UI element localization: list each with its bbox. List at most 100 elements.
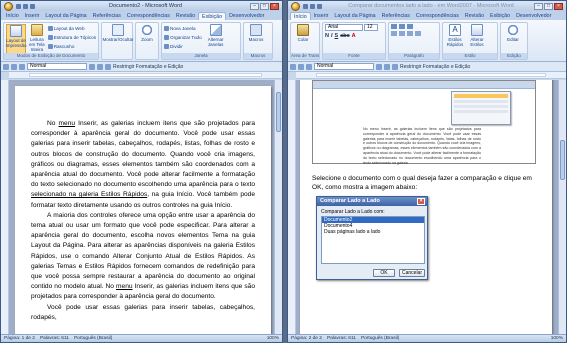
tab-revisao[interactable]: Revisão (462, 12, 487, 20)
word-count[interactable]: Palavras: 611 (327, 336, 356, 341)
save-icon[interactable] (16, 3, 21, 9)
align-center-icon[interactable] (399, 31, 405, 36)
vertical-scrollbar[interactable] (558, 80, 566, 334)
undo-icon[interactable] (310, 3, 315, 9)
document-area[interactable]: No menu Inserir, as galerias incluem ite… (1, 80, 274, 334)
tab-inicio[interactable]: Início (3, 12, 22, 20)
draft-button[interactable]: Rascunho (47, 42, 96, 50)
right-word-window[interactable]: Comparar documentos lado a lado - em Wor… (287, 0, 567, 343)
zoom-button[interactable]: Zoom (138, 24, 156, 58)
tab-layout[interactable]: Layout da Página (42, 12, 89, 20)
instruction-text[interactable]: Selecione o documento com o qual deseja … (312, 174, 538, 192)
toolbar-icon[interactable] (306, 63, 312, 70)
show-hide-button[interactable]: Mostrar/Ocultar (103, 24, 134, 58)
language-indicator[interactable]: Português (Brasil) (361, 336, 399, 341)
tab-correspondencias[interactable]: Correspondências (413, 12, 462, 20)
horizontal-ruler[interactable] (296, 72, 566, 79)
align-right-icon[interactable] (407, 31, 413, 36)
underline-icon[interactable]: S (335, 33, 339, 39)
scroll-thumb[interactable] (276, 92, 281, 132)
align-left-icon[interactable] (391, 31, 397, 36)
toolbar-icon[interactable] (376, 63, 382, 70)
close-button[interactable]: × (554, 2, 563, 10)
arrange-all-button[interactable]: Organizar Tudo (164, 33, 202, 41)
maximize-button[interactable]: □ (544, 2, 553, 10)
cancel-button[interactable]: Cancelar (399, 269, 425, 277)
toolbar-icon[interactable] (392, 63, 398, 70)
toolbar-icon[interactable] (97, 63, 103, 70)
tab-desenvolvedor[interactable]: Desenvolvedor (513, 12, 554, 20)
toolbar-icon[interactable] (89, 63, 95, 70)
maximize-button[interactable]: □ (260, 2, 269, 10)
tab-revisao[interactable]: Revisão (173, 12, 198, 20)
tab-inserir[interactable]: Inserir (311, 12, 332, 20)
tab-desenvolvedor[interactable]: Desenvolvedor (226, 12, 267, 20)
restrict-editing-label[interactable]: Restringir Formatação e Edição (400, 64, 470, 70)
minimize-button[interactable]: – (534, 2, 543, 10)
document-paragraph[interactable]: No menu Inserir, as galerias incluem ite… (31, 119, 255, 211)
tab-correspondencias[interactable]: Correspondências (124, 12, 173, 20)
bold-icon[interactable]: N (325, 33, 329, 39)
save-icon[interactable] (303, 3, 308, 9)
italic-icon[interactable]: I (331, 33, 333, 39)
web-layout-button[interactable]: Layout da Web (47, 24, 96, 32)
font-name-dropdown[interactable]: Arial (325, 24, 363, 31)
minimize-button[interactable]: – (250, 2, 259, 10)
document-area[interactable]: No menu Inserir, as galerias incluem ite… (288, 80, 558, 334)
numbering-icon[interactable] (399, 24, 405, 29)
page-indicator[interactable]: Página: 1 de 2 (4, 336, 35, 341)
style-dropdown[interactable]: Normal (27, 63, 87, 70)
outline-button[interactable]: Estrutura de Tópicos (47, 33, 96, 41)
word-count[interactable]: Palavras: 611 (40, 336, 69, 341)
toolbar-icon[interactable] (105, 63, 111, 70)
left-word-window[interactable]: Documento2 - Microsoft Word – □ × Início… (0, 0, 283, 343)
scroll-thumb[interactable] (560, 140, 565, 180)
toolbar-icon[interactable] (298, 63, 304, 70)
undo-icon[interactable] (23, 3, 28, 9)
zoom-level[interactable]: 100% (551, 336, 563, 341)
redo-icon[interactable] (317, 3, 322, 9)
list-item[interactable]: Duas páginas lado a lado (322, 229, 424, 235)
document-page[interactable]: No menu Inserir, as galerias incluem ite… (15, 86, 271, 334)
document-body[interactable]: No menu Inserir, as galerias incluem ite… (31, 119, 255, 323)
tab-exibicao[interactable]: Exibição (487, 12, 513, 20)
style-dropdown[interactable]: Normal (314, 63, 374, 70)
document-page[interactable]: No menu Inserir, as galerias incluem ite… (300, 80, 552, 334)
document-paragraph[interactable]: A maioria dos controles oferece uma opçã… (31, 211, 255, 303)
dialog-close-button[interactable]: × (417, 198, 425, 205)
zoom-level[interactable]: 100% (267, 336, 279, 341)
bullets-icon[interactable] (391, 24, 397, 29)
language-indicator[interactable]: Português (Brasil) (74, 336, 112, 341)
restrict-editing-label[interactable]: Restringir Formatação e Edição (113, 64, 183, 70)
toolbar-icon[interactable] (384, 63, 390, 70)
ok-button[interactable]: OK (373, 269, 395, 277)
new-window-button[interactable]: Nova Janela (164, 24, 202, 32)
close-button[interactable]: × (270, 2, 279, 10)
toolbar-icon[interactable] (19, 63, 25, 70)
compare-side-by-side-dialog[interactable]: Comparar Lado a Lado × Comparar Lado a L… (316, 196, 428, 280)
vertical-ruler[interactable] (288, 80, 296, 334)
font-size-dropdown[interactable]: 12 (364, 24, 378, 31)
office-button-icon[interactable] (4, 1, 13, 11)
vertical-ruler[interactable] (1, 80, 9, 334)
page-indicator[interactable]: Página: 2 de 2 (291, 336, 322, 341)
toolbar-icon[interactable] (290, 63, 296, 70)
font-color-icon[interactable]: A (352, 33, 356, 39)
tab-exibicao[interactable]: Exibição (198, 12, 227, 20)
split-button[interactable]: Dividir (164, 42, 202, 50)
document-paragraph[interactable]: Você pode usar essas galerias para inser… (31, 303, 255, 323)
toolbar-icon[interactable] (3, 63, 9, 70)
tab-inserir[interactable]: Inserir (22, 12, 43, 20)
tab-layout[interactable]: Layout da Página (331, 12, 378, 20)
vertical-scrollbar[interactable] (274, 80, 282, 334)
horizontal-ruler[interactable] (9, 72, 282, 79)
tab-referencias[interactable]: Referências (90, 12, 124, 20)
tab-inicio[interactable]: Início (290, 12, 311, 20)
toolbar-icon[interactable] (11, 63, 17, 70)
tab-referencias[interactable]: Referências (379, 12, 413, 20)
document-list[interactable]: Documento2 Documento4 Duas páginas lado … (321, 216, 425, 264)
justify-icon[interactable] (415, 31, 421, 36)
indent-icon[interactable] (407, 24, 413, 29)
redo-icon[interactable] (30, 3, 35, 9)
office-button-icon[interactable] (291, 1, 300, 11)
